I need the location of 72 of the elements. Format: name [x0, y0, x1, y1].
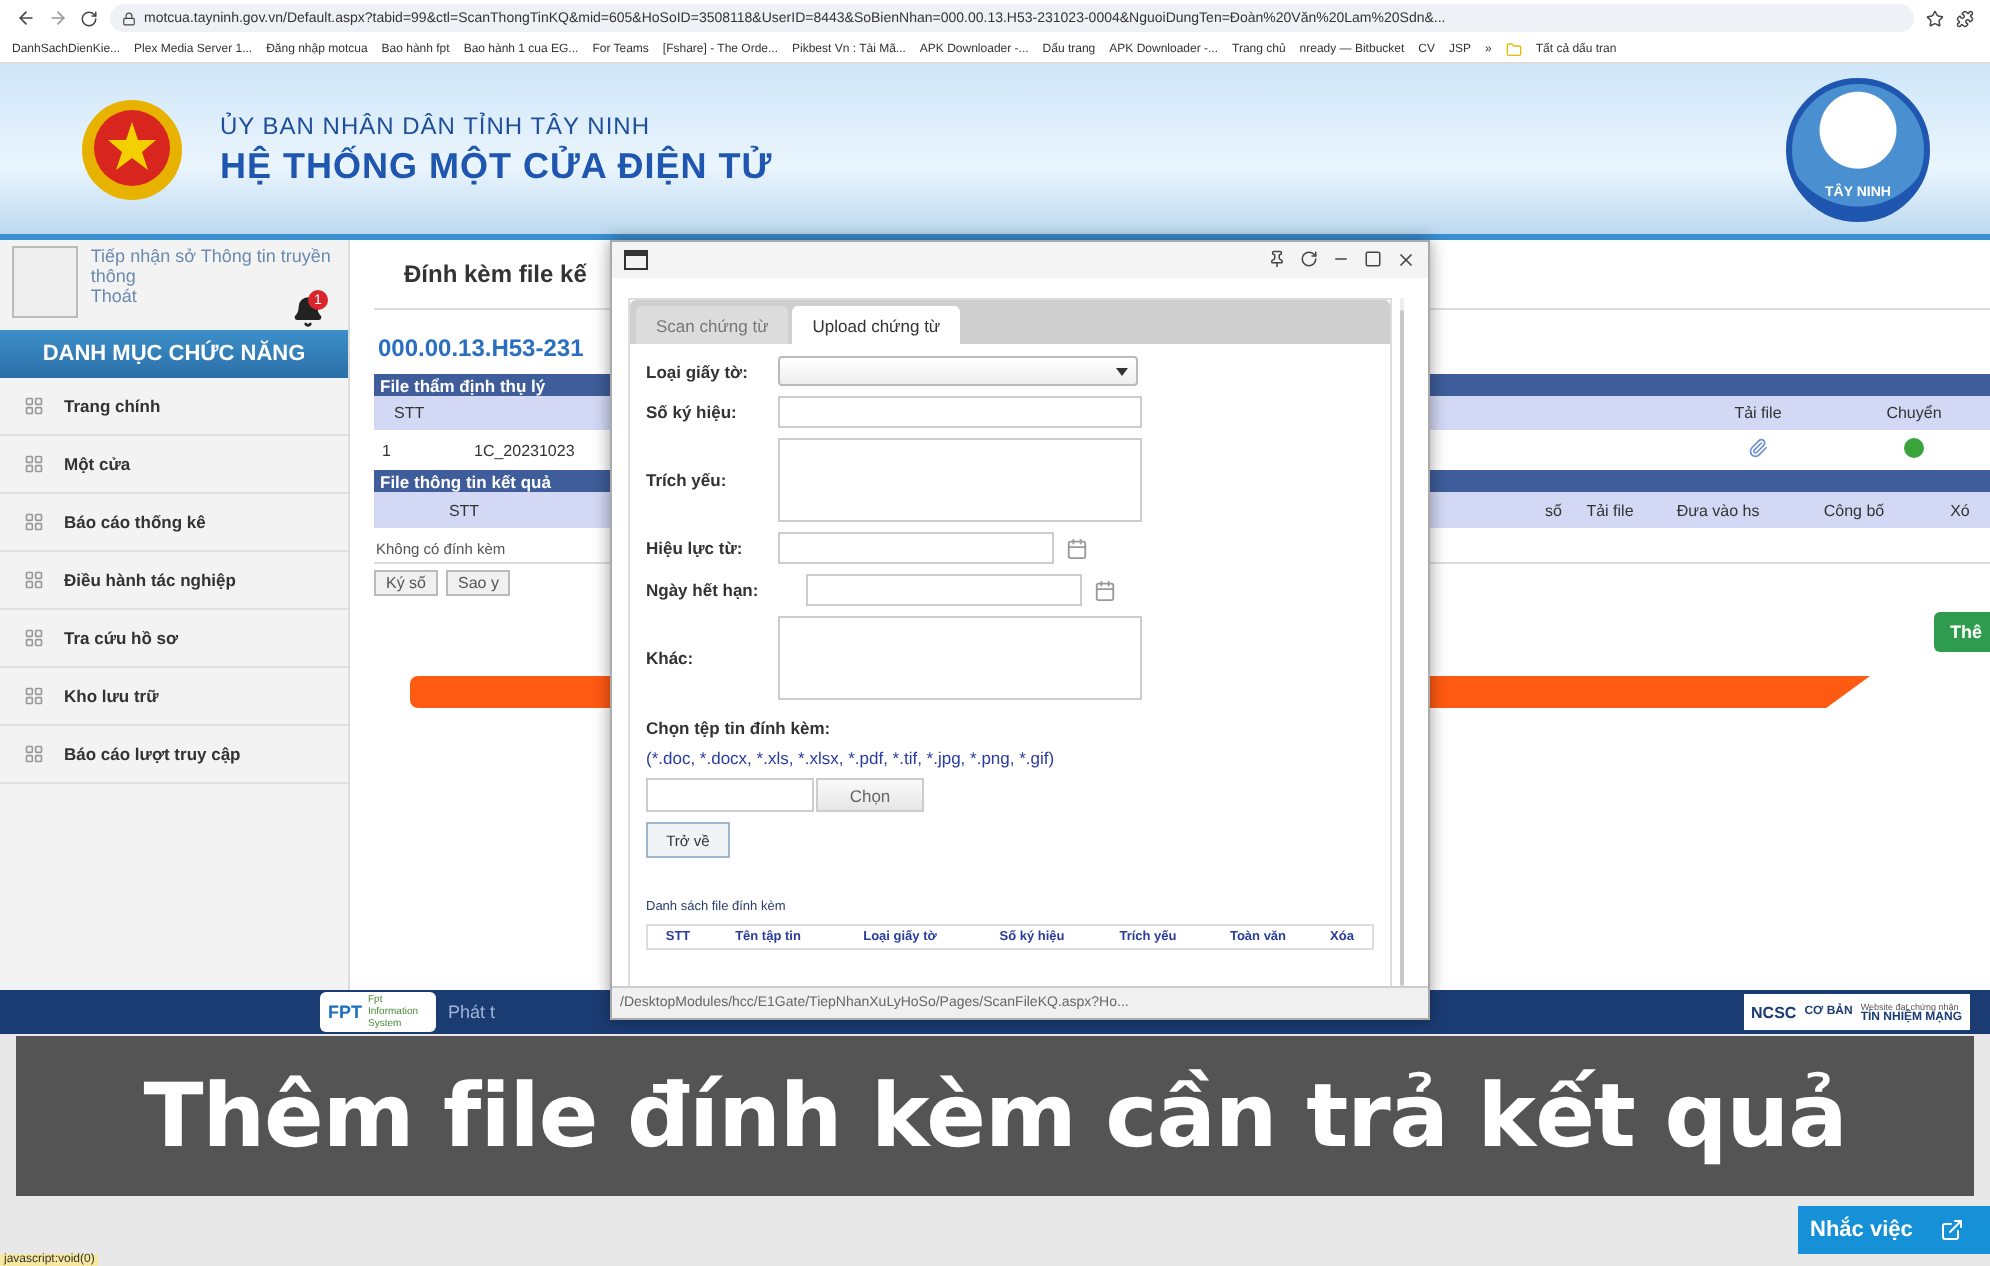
page-title: Đính kèm file kế [404, 260, 587, 288]
column-header: Chuyển [1884, 404, 1944, 422]
text-area[interactable] [778, 438, 1142, 522]
record-code: 000.00.13.H53-231 [376, 332, 584, 366]
field-label: Ngày hết hạn: [646, 580, 761, 600]
field-label: Trích yếu: [646, 470, 729, 490]
footer-text: Phát t [448, 1002, 496, 1022]
tab[interactable]: Upload chứng từ [792, 306, 961, 344]
reload-icon[interactable] [1300, 250, 1318, 268]
grid-icon [24, 744, 44, 764]
lock-icon [122, 11, 136, 25]
column-header: Công bố [1821, 501, 1887, 519]
header-subtitle: ỦY BAN NHÂN DÂN TỈNH TÂY NINH [220, 111, 652, 139]
column-header: STT [392, 404, 427, 422]
grid-icon [24, 512, 44, 532]
allowed-extensions: (*.doc, *.docx, *.xls, *.xlsx, *.pdf, *.tif, *.jpg, *.png, *.gif) [646, 748, 1057, 768]
column-header: Tải file [1732, 404, 1784, 422]
folder-icon [1505, 41, 1522, 57]
grid-icon [24, 454, 44, 474]
field-label: Số ký hiệu: [646, 402, 739, 422]
back-icon[interactable] [16, 8, 36, 28]
field-label: Khác: [646, 648, 696, 668]
action-button[interactable]: Sao y [446, 570, 511, 596]
column-header: Đưa vào hs [1674, 501, 1762, 519]
grid-icon [24, 628, 44, 648]
reload-icon[interactable] [80, 9, 98, 27]
choose-button[interactable]: Chọn [816, 778, 924, 812]
sidebar-item[interactable]: Kho lưu trữ [0, 668, 348, 726]
external-link-icon [1940, 1218, 1965, 1242]
grid-icon [24, 570, 44, 590]
forward-icon[interactable] [48, 8, 68, 28]
action-button[interactable]: Ký số [374, 570, 439, 596]
file-field[interactable] [646, 778, 814, 812]
calendar-icon [1094, 579, 1116, 601]
document-type-select[interactable] [778, 356, 1138, 386]
date-field[interactable] [778, 532, 1054, 564]
sidebar-item[interactable]: Một cửa [0, 436, 348, 494]
calendar-icon [1066, 537, 1088, 559]
grid-icon [24, 396, 44, 416]
grid-icon [24, 686, 44, 706]
table-cell-text: 1 [380, 441, 393, 459]
column-header: Xó [1948, 501, 1972, 519]
column-header: STT [446, 501, 482, 519]
user-name: Tiếp nhận sở Thông tin truyền thông [90, 246, 333, 286]
sidebar-item[interactable]: Trang chính [0, 378, 348, 436]
table-cell-text: 1C_20231023 [474, 441, 577, 459]
sidebar-item[interactable]: Báo cáo lượt truy cập [0, 726, 348, 784]
window-icon [624, 250, 648, 270]
caption-text: Thêm file đính kèm cần trả kết quả [143, 1065, 1847, 1167]
avatar-placeholder [12, 246, 79, 318]
date-field[interactable] [806, 574, 1082, 606]
sidebar-title: DANH MỤC CHỨC NĂNG [0, 330, 348, 378]
text-area[interactable] [778, 616, 1142, 700]
sidebar-item[interactable]: Tra cứu hồ sơ [0, 610, 348, 668]
field-label: Hiệu lực từ: [646, 538, 745, 558]
bookmark-star-icon [1926, 9, 1944, 27]
column-header: Tải file [1584, 501, 1636, 519]
reminder-button[interactable]: Nhắc việc [1798, 1206, 1990, 1254]
sidebar-item[interactable]: Báo cáo thống kê [0, 494, 348, 552]
pin-icon[interactable] [1268, 250, 1286, 268]
attach-label: Chọn tệp tin đính kèm: [646, 718, 833, 738]
sidebar-item[interactable]: Điều hành tác nghiệp [0, 552, 348, 610]
column-header: số [1543, 501, 1562, 519]
paperclip-icon [1748, 438, 1768, 458]
extension-icon [1956, 9, 1974, 27]
header-title: HỆ THỐNG MỘT CỬA ĐIỆN TỬ [220, 145, 775, 187]
add-button[interactable]: Thê [1933, 612, 1990, 652]
close-icon[interactable] [1396, 250, 1416, 270]
input-field[interactable] [778, 396, 1142, 428]
maximize-icon[interactable] [1364, 250, 1382, 268]
emblem-icon [80, 97, 184, 201]
status-dot-icon [1904, 438, 1924, 458]
